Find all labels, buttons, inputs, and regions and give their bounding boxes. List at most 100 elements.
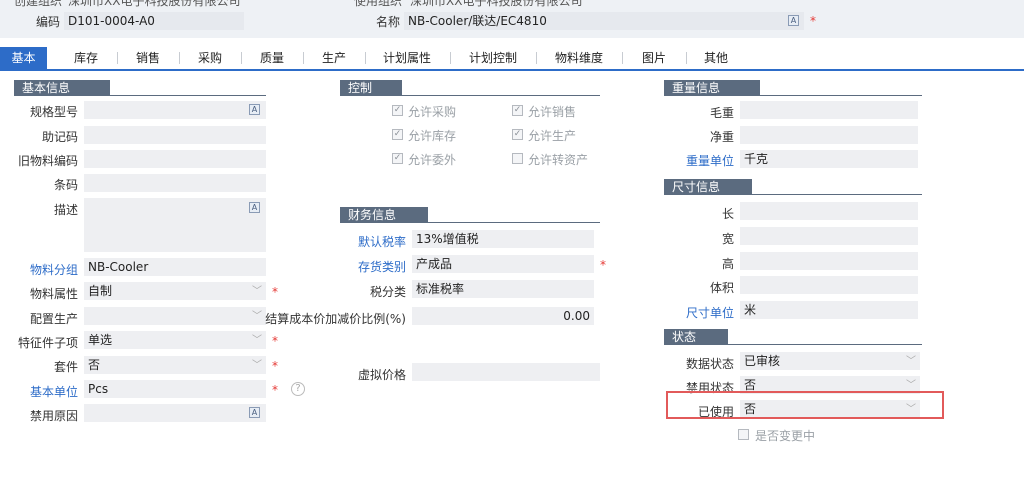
chevron-down-icon: ﹀ (252, 360, 262, 371)
allow-production-label: 允许生产 (528, 129, 577, 143)
tab-plan-control[interactable]: 计划控制 (456, 47, 530, 69)
tab-sales[interactable]: 销售 (122, 47, 174, 69)
barcode-label: 条码 (53, 178, 78, 192)
changing-label: 是否变更中 (755, 429, 816, 443)
mnemonic-field[interactable] (84, 126, 266, 144)
tab-images[interactable]: 图片 (628, 47, 680, 69)
kit-select[interactable]: 否 ﹀ (84, 356, 266, 374)
language-icon[interactable]: A (788, 15, 799, 26)
tax-class-field[interactable]: 标准税率 (412, 280, 594, 298)
height-field[interactable] (740, 252, 918, 270)
feature-item-value: 单选 (88, 333, 113, 347)
description-field[interactable] (84, 198, 266, 252)
tab-plan-attr[interactable]: 计划属性 (370, 47, 444, 69)
allow-asset-checkbox[interactable] (512, 153, 523, 164)
allow-sales-checkbox[interactable]: ✓ (512, 105, 523, 116)
height-label: 高 (721, 257, 734, 271)
stock-type-field[interactable]: 产成品 (412, 255, 594, 273)
required-mark: * (272, 285, 278, 299)
section-underline (14, 95, 266, 96)
base-unit-label[interactable]: 基本单位 (0, 383, 78, 400)
old-code-field[interactable] (84, 150, 266, 168)
allow-asset-label: 允许转资产 (528, 153, 589, 167)
weight-unit-field[interactable]: 千克 (740, 150, 918, 168)
section-underline (340, 95, 600, 96)
virtual-price-field[interactable] (412, 363, 600, 381)
help-icon[interactable]: ? (291, 382, 305, 396)
stock-type-label[interactable]: 存货类别 (330, 258, 406, 275)
volume-field[interactable] (740, 276, 918, 294)
tab-material-dimension[interactable]: 物料维度 (542, 47, 616, 69)
data-status-select[interactable]: 已审核 ﹀ (740, 352, 920, 370)
net-weight-field[interactable] (740, 126, 918, 144)
create-org-value: 深圳市XX电子科技股份有限公司 (68, 0, 241, 8)
section-status: 状态 (664, 329, 728, 345)
allow-production-checkbox[interactable]: ✓ (512, 129, 523, 140)
width-field[interactable] (740, 227, 918, 245)
cost-ratio-field[interactable]: 0.00 (412, 307, 594, 325)
material-attr-label: 物料属性 (29, 287, 78, 301)
changing-checkbox[interactable] (738, 429, 749, 440)
tab-separator (450, 52, 451, 64)
spec-label: 规格型号 (29, 105, 78, 119)
gross-weight-field[interactable] (740, 101, 918, 119)
tab-basic[interactable]: 基本 (0, 47, 47, 69)
tab-inventory[interactable]: 库存 (60, 47, 112, 69)
material-group-field[interactable]: NB-Cooler (84, 258, 266, 276)
data-status-value: 已审核 (744, 354, 781, 368)
cost-ratio-label: 结算成本价加减价比例(%) (265, 312, 406, 326)
name-value: NB-Cooler/联达/EC4810 (408, 14, 547, 28)
tab-production[interactable]: 生产 (308, 47, 360, 69)
disable-reason-field[interactable] (84, 404, 266, 422)
base-unit-field[interactable]: Pcs (84, 380, 266, 398)
tab-separator (241, 52, 242, 64)
weight-unit-label[interactable]: 重量单位 (660, 152, 734, 169)
gross-weight-label: 毛重 (709, 106, 734, 120)
required-mark: * (272, 334, 278, 348)
width-label: 宽 (721, 232, 734, 246)
allow-stock-checkbox[interactable]: ✓ (392, 129, 403, 140)
allow-stock-label: 允许库存 (408, 129, 457, 143)
material-attr-select[interactable]: 自制 ﹀ (84, 282, 266, 300)
allow-outsource-checkbox[interactable]: ✓ (392, 153, 403, 164)
section-finance: 财务信息 (340, 207, 428, 223)
size-unit-label[interactable]: 尺寸单位 (660, 304, 734, 321)
language-icon[interactable]: A (249, 407, 260, 418)
feature-item-select[interactable]: 单选 ﹀ (84, 331, 266, 349)
required-mark: * (272, 359, 278, 373)
section-basic-info: 基本信息 (14, 80, 110, 96)
kit-label: 套件 (53, 360, 78, 374)
config-prod-select[interactable]: ﹀ (84, 307, 266, 325)
chevron-down-icon: ﹀ (252, 286, 262, 297)
disable-reason-label: 禁用原因 (29, 409, 78, 423)
code-label: 编码 (35, 15, 60, 29)
language-icon[interactable]: A (249, 202, 260, 213)
tax-rate-label[interactable]: 默认税率 (330, 233, 406, 250)
tab-other[interactable]: 其他 (690, 47, 742, 69)
annotation-highlight-box (666, 391, 944, 419)
material-group-label[interactable]: 物料分组 (0, 261, 78, 278)
code-field[interactable]: D101-0004-A0 (64, 12, 244, 30)
tab-separator (117, 52, 118, 64)
tab-separator (179, 52, 180, 64)
description-label: 描述 (53, 203, 78, 217)
data-status-label: 数据状态 (685, 357, 734, 371)
allow-sales-label: 允许销售 (528, 105, 577, 119)
tax-rate-field[interactable]: 13%增值税 (412, 230, 594, 248)
name-field[interactable]: NB-Cooler/联达/EC4810 (404, 12, 804, 30)
tab-separator (622, 52, 623, 64)
spec-field[interactable] (84, 101, 266, 119)
tab-purchase[interactable]: 采购 (184, 47, 236, 69)
length-label: 长 (721, 207, 734, 221)
length-field[interactable] (740, 202, 918, 220)
size-unit-field[interactable]: 米 (740, 301, 918, 319)
section-underline (664, 194, 922, 195)
barcode-field[interactable] (84, 174, 266, 192)
section-control: 控制 (340, 80, 402, 96)
tab-quality[interactable]: 质量 (246, 47, 298, 69)
use-org-label: 使用组织 (353, 0, 402, 8)
language-icon[interactable]: A (249, 104, 260, 115)
allow-purchase-checkbox[interactable]: ✓ (392, 105, 403, 116)
required-mark: * (810, 14, 816, 28)
old-code-label: 旧物料编码 (17, 154, 78, 168)
